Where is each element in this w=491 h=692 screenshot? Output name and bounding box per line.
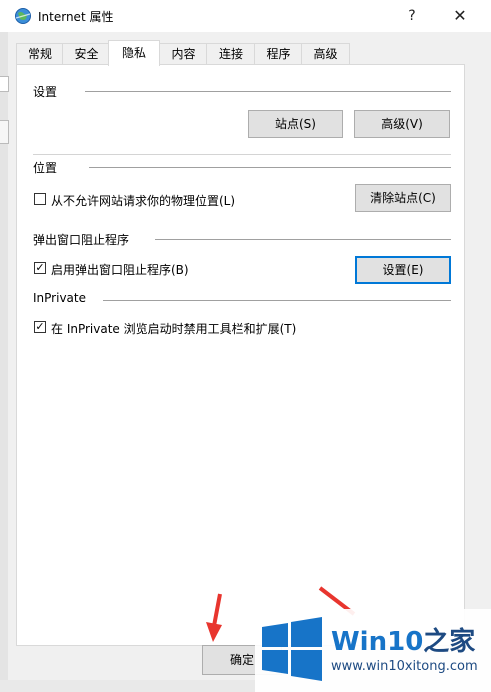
red-arrow-annotation-icon bbox=[206, 593, 222, 642]
popup-checkbox[interactable]: ✓ bbox=[34, 262, 46, 274]
tab-security[interactable]: 安全 bbox=[62, 43, 111, 64]
inprivate-checkbox-row[interactable]: ✓ 在 InPrivate 浏览启动时禁用工具栏和扩展(T) bbox=[34, 320, 374, 336]
tab-privacy[interactable]: 隐私 bbox=[108, 40, 160, 66]
divider bbox=[33, 154, 451, 155]
windows-logo-icon bbox=[262, 617, 322, 681]
watermark-title-suffix: 之家 bbox=[423, 627, 476, 657]
tab-programs[interactable]: 程序 bbox=[254, 43, 303, 64]
tab-content[interactable]: 内容 bbox=[159, 43, 208, 64]
popup-settings-button[interactable]: 设置(E) bbox=[355, 256, 451, 284]
watermark-url: www.win10xitong.com bbox=[331, 659, 478, 674]
watermark-title-main: Win10 bbox=[331, 627, 424, 657]
close-button[interactable]: ✕ bbox=[437, 0, 483, 32]
inprivate-checkbox[interactable]: ✓ bbox=[34, 321, 46, 333]
title-bar: Internet 属性 ? ✕ bbox=[0, 0, 491, 32]
tab-general[interactable]: 常规 bbox=[16, 43, 64, 64]
sites-button[interactable]: 站点(S) bbox=[248, 110, 343, 138]
popup-checkbox-row[interactable]: ✓ 启用弹出窗口阻止程序(B) bbox=[34, 261, 294, 277]
popup-section-title: 弹出窗口阻止程序 bbox=[33, 233, 130, 247]
watermark-title: Win10之家 bbox=[331, 621, 475, 658]
location-checkbox-row[interactable]: 从不允许网站请求你的物理位置(L) bbox=[34, 192, 334, 208]
divider bbox=[89, 167, 451, 168]
location-checkbox[interactable] bbox=[34, 193, 46, 205]
inprivate-section-title: InPrivate bbox=[33, 291, 86, 305]
background-window-edge bbox=[0, 32, 9, 692]
divider bbox=[103, 300, 451, 301]
location-section-title: 位置 bbox=[33, 161, 58, 175]
settings-section-title: 设置 bbox=[33, 85, 58, 99]
popup-checkbox-label: 启用弹出窗口阻止程序(B) bbox=[51, 263, 189, 277]
tab-advanced[interactable]: 高级 bbox=[301, 43, 350, 64]
divider bbox=[155, 239, 451, 240]
internet-globe-icon bbox=[15, 8, 31, 24]
location-checkbox-label: 从不允许网站请求你的物理位置(L) bbox=[51, 194, 236, 208]
advanced-button[interactable]: 高级(V) bbox=[354, 110, 450, 138]
clear-sites-button[interactable]: 清除站点(C) bbox=[355, 184, 451, 212]
watermark: Win10之家 www.win10xitong.com bbox=[255, 609, 491, 692]
window-title: Internet 属性 bbox=[38, 10, 114, 24]
privacy-panel: 设置 站点(S) 高级(V) 位置 从不允许网站请求你的物理位置(L) 清除站点… bbox=[16, 64, 465, 646]
inprivate-checkbox-label: 在 InPrivate 浏览启动时禁用工具栏和扩展(T) bbox=[51, 322, 297, 336]
tab-connections[interactable]: 连接 bbox=[206, 43, 256, 64]
help-button[interactable]: ? bbox=[389, 0, 435, 32]
divider bbox=[85, 91, 451, 92]
